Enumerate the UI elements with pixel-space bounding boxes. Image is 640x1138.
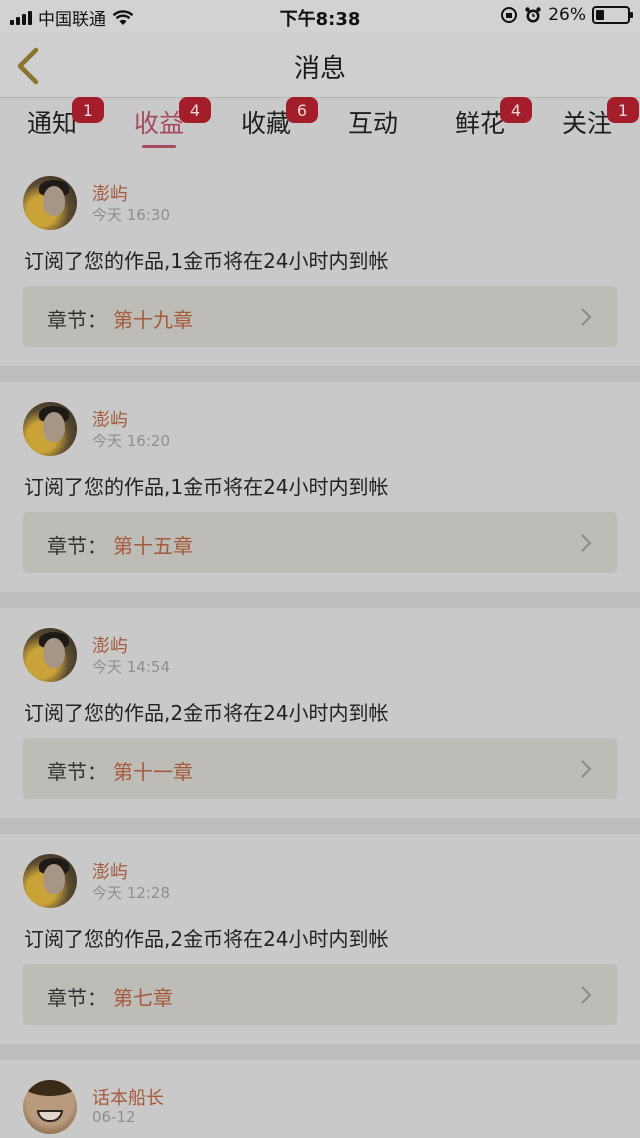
chapter-label: 章节： bbox=[47, 986, 107, 1010]
chapter-link[interactable]: 章节： 第十五章 bbox=[23, 512, 617, 573]
avatar[interactable] bbox=[23, 1080, 77, 1134]
tab-earnings[interactable]: 收益 4 bbox=[119, 97, 211, 148]
message-card: 话本船长 06-12 bbox=[0, 1060, 640, 1138]
chapter-label: 章节： bbox=[47, 760, 107, 784]
tab-notifications[interactable]: 通知 1 bbox=[12, 97, 104, 140]
message-card: 澎屿 今天 16:20 订阅了您的作品,1金币将在24小时内到帐 章节： 第十五… bbox=[0, 382, 640, 592]
tab-interactions[interactable]: 互动 bbox=[333, 104, 413, 140]
user-name[interactable]: 澎屿 bbox=[92, 406, 128, 432]
chapter-name: 第十九章 bbox=[113, 308, 193, 332]
page-title: 消息 bbox=[293, 54, 346, 84]
alarm-icon bbox=[525, 7, 541, 23]
message-card: 澎屿 今天 12:28 订阅了您的作品,2金币将在24小时内到帐 章节： 第七章 bbox=[0, 834, 640, 1044]
card-divider bbox=[0, 818, 640, 834]
chevron-right-icon bbox=[581, 308, 592, 326]
chapter-link[interactable]: 章节： 第十九章 bbox=[23, 286, 617, 347]
tab-badge: 6 bbox=[286, 97, 318, 123]
status-bar-right: 26% bbox=[500, 5, 633, 25]
user-name[interactable]: 话本船长 bbox=[92, 1084, 164, 1110]
chevron-right-icon bbox=[581, 760, 592, 778]
chapter-label: 章节： bbox=[47, 534, 107, 558]
nav-bar: 消息 bbox=[0, 32, 640, 98]
chapter-name: 第十五章 bbox=[113, 534, 193, 558]
card-divider bbox=[0, 592, 640, 608]
tab-label: 通知 bbox=[26, 109, 77, 138]
chevron-right-icon bbox=[581, 534, 592, 552]
avatar[interactable] bbox=[23, 854, 77, 908]
message-time: 今天 14:54 bbox=[92, 658, 170, 676]
tab-label: 鲜花 bbox=[454, 109, 505, 138]
message-time: 今天 16:20 bbox=[92, 432, 170, 450]
tab-badge: 1 bbox=[607, 97, 639, 123]
tab-label: 收藏 bbox=[240, 109, 291, 138]
tab-badge: 4 bbox=[500, 97, 532, 123]
tab-label: 收益 bbox=[133, 109, 184, 138]
user-name[interactable]: 澎屿 bbox=[92, 180, 128, 206]
card-divider bbox=[0, 1044, 640, 1060]
message-text: 订阅了您的作品,2金币将在24小时内到帐 bbox=[24, 927, 389, 951]
tab-flowers[interactable]: 鲜花 4 bbox=[440, 97, 532, 140]
tab-badge: 1 bbox=[72, 97, 104, 123]
battery-icon bbox=[592, 6, 633, 24]
message-time: 今天 16:30 bbox=[92, 206, 170, 224]
avatar[interactable] bbox=[23, 176, 77, 230]
avatar[interactable] bbox=[23, 628, 77, 682]
chapter-link[interactable]: 章节： 第七章 bbox=[23, 964, 617, 1025]
chapter-label: 章节： bbox=[47, 308, 107, 332]
message-card: 澎屿 今天 16:30 订阅了您的作品,1金币将在24小时内到帐 章节： 第十九… bbox=[0, 156, 640, 366]
tab-label: 互动 bbox=[347, 109, 398, 138]
message-text: 订阅了您的作品,1金币将在24小时内到帐 bbox=[24, 475, 389, 499]
message-time: 今天 12:28 bbox=[92, 884, 170, 902]
message-text: 订阅了您的作品,1金币将在24小时内到帐 bbox=[24, 249, 389, 273]
user-name[interactable]: 澎屿 bbox=[92, 632, 128, 658]
message-list: 澎屿 今天 16:30 订阅了您的作品,1金币将在24小时内到帐 章节： 第十九… bbox=[0, 156, 640, 1138]
card-divider bbox=[0, 366, 640, 382]
battery-level bbox=[596, 10, 604, 20]
tab-bar: 通知 1 收益 4 收藏 6 互动 鲜花 4 关注 1 bbox=[0, 97, 640, 154]
battery-percent: 26% bbox=[548, 5, 586, 25]
tab-favorites[interactable]: 收藏 6 bbox=[226, 97, 318, 140]
message-time: 06-12 bbox=[92, 1108, 136, 1126]
user-name[interactable]: 澎屿 bbox=[92, 858, 128, 884]
tab-label: 关注 bbox=[561, 109, 612, 138]
chapter-name: 第七章 bbox=[113, 986, 173, 1010]
tab-follows[interactable]: 关注 1 bbox=[547, 97, 639, 140]
chapter-name: 第十一章 bbox=[113, 760, 193, 784]
rotation-lock-icon bbox=[501, 7, 518, 23]
avatar[interactable] bbox=[23, 402, 77, 456]
active-tab-indicator bbox=[142, 145, 176, 148]
chevron-right-icon bbox=[581, 986, 592, 1004]
message-card: 澎屿 今天 14:54 订阅了您的作品,2金币将在24小时内到帐 章节： 第十一… bbox=[0, 608, 640, 818]
status-bar: 中国联通 下午8:38 26% bbox=[0, 0, 640, 32]
chapter-link[interactable]: 章节： 第十一章 bbox=[23, 738, 617, 799]
message-text: 订阅了您的作品,2金币将在24小时内到帐 bbox=[24, 701, 389, 725]
tab-badge: 4 bbox=[179, 97, 211, 123]
